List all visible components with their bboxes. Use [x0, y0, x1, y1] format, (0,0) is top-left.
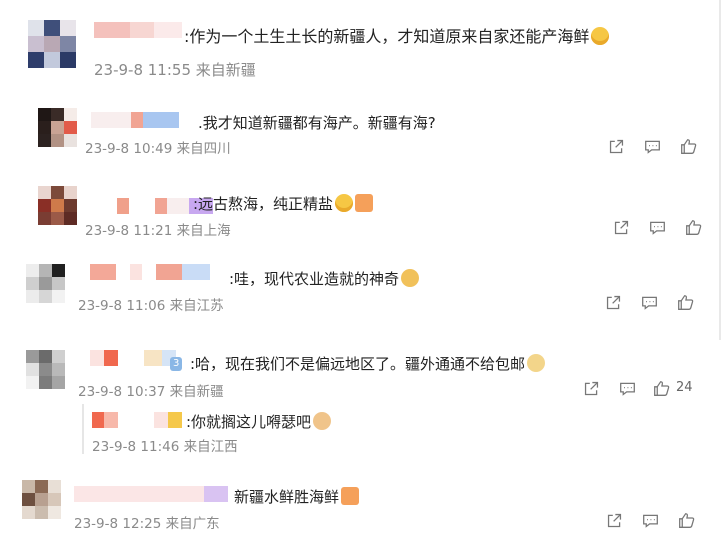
share-icon	[609, 139, 623, 153]
comment-meta: 23-9-8 10:49 来自四川	[85, 141, 231, 157]
like-button[interactable]	[668, 510, 704, 530]
thumbs-up-icon	[680, 138, 696, 154]
cat-emoji	[313, 412, 332, 430]
comment-text: .我才知道新疆都有海产。新疆有海?	[198, 114, 436, 132]
comment-actions	[595, 292, 703, 312]
fire-emoji	[355, 194, 374, 212]
avatar[interactable]	[22, 480, 62, 520]
comment-meta: 23-9-8 11:21 来自上海	[85, 223, 231, 239]
comment-meta: 23-9-8 10:37 来自新疆	[78, 384, 224, 400]
comment-button[interactable]	[632, 510, 668, 530]
thumbs-up-icon	[654, 380, 670, 396]
thumbs-up-icon	[678, 512, 694, 528]
username-obscured[interactable]	[94, 22, 182, 38]
share-button[interactable]	[596, 510, 632, 530]
comment-button[interactable]	[639, 217, 675, 237]
avatar[interactable]	[38, 186, 78, 226]
avatar[interactable]	[28, 20, 76, 68]
like-button[interactable]	[675, 217, 711, 237]
fire-emoji	[341, 487, 360, 505]
avatar[interactable]	[26, 264, 66, 304]
comment-icon	[619, 382, 635, 396]
comment-actions: 24	[573, 378, 693, 398]
reply-thread-line	[82, 404, 84, 454]
comment-actions	[598, 136, 706, 156]
comment-meta: 23-9-8 11:06 来自江苏	[78, 298, 224, 314]
avatar[interactable]	[26, 350, 66, 390]
scrollbar-track[interactable]	[719, 0, 721, 340]
share-icon	[606, 295, 620, 309]
like-button[interactable]	[667, 292, 703, 312]
avatar[interactable]	[38, 108, 78, 148]
comment-actions	[603, 217, 711, 237]
share-icon	[614, 220, 628, 234]
like-button[interactable]	[670, 136, 706, 156]
thumbs-up-icon	[677, 294, 693, 310]
like-button[interactable]: 24	[645, 378, 693, 398]
username-obscured[interactable]	[74, 486, 228, 502]
share-button[interactable]	[595, 292, 631, 312]
comment-text: :作为一个土生土长的新疆人，才知道原来自家还能产海鲜	[184, 23, 610, 47]
share-button[interactable]	[573, 378, 609, 398]
comment-button[interactable]	[631, 292, 667, 312]
username-obscured[interactable]	[91, 112, 179, 128]
comment-icon	[649, 221, 665, 235]
surprised-emoji	[401, 269, 420, 287]
comment-actions	[596, 510, 704, 530]
laugh-cry-emoji	[591, 27, 610, 45]
comment-text: :远古熬海，纯正精盐	[193, 193, 374, 214]
comment-button[interactable]	[609, 378, 645, 398]
username-obscured[interactable]	[92, 412, 182, 428]
thumbs-up-icon	[685, 219, 701, 235]
comment-icon	[642, 514, 658, 528]
reply-meta: 23-9-8 11:46 来自江西	[92, 439, 238, 455]
share-icon	[584, 381, 598, 395]
username-obscured[interactable]	[90, 264, 210, 280]
dog-emoji	[527, 354, 546, 372]
share-button[interactable]	[598, 136, 634, 156]
comment-icon	[644, 140, 660, 154]
comment-icon	[641, 296, 657, 310]
comment-meta: 23-9-8 12:25 来自广东	[74, 516, 220, 532]
reply-text: :你就搁这儿嘚瑟吧	[186, 411, 332, 432]
share-icon	[607, 513, 621, 527]
share-button[interactable]	[603, 217, 639, 237]
comment-meta: 23-9-8 11:55 来自新疆	[94, 61, 256, 79]
comment-text: 新疆水鲜胜海鲜	[234, 486, 360, 507]
member-level-badge: 3	[170, 357, 183, 371]
comment-text: :哈，现在我们不是偏远地区了。疆外通通不给包邮	[190, 353, 546, 374]
laugh-emoji	[335, 194, 354, 212]
comment-text: :哇，现代农业造就的神奇	[229, 268, 420, 289]
like-count: 24	[676, 380, 693, 395]
username-obscured[interactable]	[90, 350, 176, 366]
comment-button[interactable]	[634, 136, 670, 156]
